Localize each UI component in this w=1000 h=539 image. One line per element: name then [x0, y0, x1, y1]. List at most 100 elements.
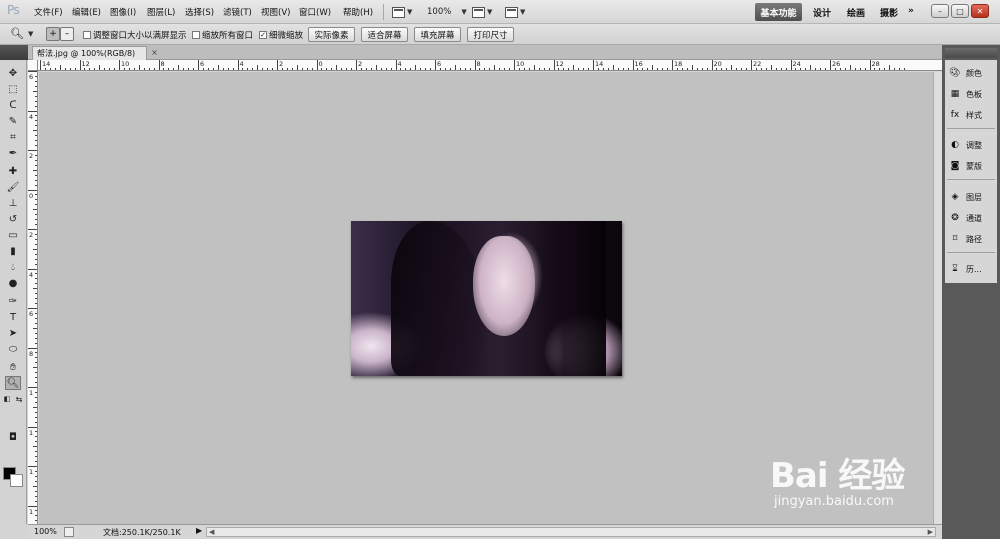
path-selection-tool-icon[interactable]: ➤	[5, 326, 21, 340]
crop-tool-icon[interactable]: ⌗	[5, 130, 21, 144]
hand-tool-icon[interactable]: ✋︎	[5, 360, 21, 374]
document-image[interactable]	[351, 221, 622, 376]
status-zoom[interactable]: 100%	[34, 527, 57, 536]
ruler-minor-tick	[35, 135, 37, 137]
type-tool-icon[interactable]: T	[5, 310, 21, 324]
menu-view[interactable]: 视图(V)	[261, 6, 290, 18]
menu-layer[interactable]: 图层(L)	[147, 6, 175, 18]
zoom-in-button[interactable]: +	[46, 27, 60, 41]
scroll-left-icon[interactable]: ◀	[209, 528, 214, 536]
vertical-ruler[interactable]: 6 4 2 0 2 4 6 8 1 1 1 1	[28, 71, 38, 524]
background-color-swatch[interactable]	[10, 474, 23, 487]
dodge-tool-icon[interactable]: ●	[5, 276, 21, 290]
horizontal-scrollbar[interactable]: ◀ ▶	[206, 527, 936, 537]
screen-layout-button[interactable]: ▼	[505, 4, 525, 20]
ruler-minor-tick	[35, 214, 37, 216]
marquee-tool-icon[interactable]: ⬚	[5, 82, 21, 96]
ruler-minor-tick	[849, 65, 851, 70]
panel-masks[interactable]: ◙ 蒙版	[949, 158, 995, 174]
zoom-out-button[interactable]: –	[60, 27, 74, 41]
move-tool-icon[interactable]: ✥	[5, 66, 21, 80]
clone-stamp-tool-icon[interactable]: ⊥	[5, 196, 21, 210]
quick-mask-icon[interactable]: ◘	[5, 430, 21, 444]
document-tab[interactable]: 帮法.jpg @ 100%(RGB/8)	[32, 46, 147, 60]
ruler-minor-tick	[281, 68, 283, 70]
print-size-button[interactable]: 打印尺寸	[467, 27, 514, 42]
zoom-level-dropdown[interactable]: 100% ▼	[427, 4, 467, 20]
close-tab-icon[interactable]: ×	[150, 48, 159, 57]
ruler-minor-tick	[627, 68, 629, 70]
lasso-tool-icon[interactable]: ᑕ	[5, 98, 21, 112]
workspace-photography[interactable]: 摄影	[880, 6, 898, 19]
swap-colors-icon[interactable]: ⇆	[14, 392, 24, 406]
panel-history[interactable]: ⌛︎ 历...	[949, 261, 995, 277]
close-button[interactable]: ✕	[971, 4, 989, 18]
vertical-scrollbar[interactable]	[933, 72, 942, 524]
chevron-down-icon: ▼	[27, 29, 34, 38]
horizontal-ruler[interactable]: 14 12 10 8 6 4 2 0 2 4 6 8 10 12 14 16 18 20 22 24 26 28	[38, 60, 942, 71]
brush-tool-icon[interactable]: 🖌︎	[5, 180, 21, 194]
pen-tool-icon[interactable]: ✑	[5, 294, 21, 308]
panel-channels[interactable]: ❂ 通道	[949, 210, 995, 226]
resize-windows-checkbox[interactable]: 调整窗口大小以满屏显示	[83, 29, 187, 41]
ruler-minor-tick	[35, 342, 37, 344]
ruler-label: 22	[753, 60, 762, 68]
workspace-essentials[interactable]: 基本功能	[755, 3, 802, 21]
eyedropper-tool-icon[interactable]: ✒	[5, 146, 21, 160]
menu-image[interactable]: 图像(I)	[110, 6, 136, 18]
default-colors-icon[interactable]: ◧	[2, 392, 12, 406]
panel-adjustments[interactable]: ◐ 调整	[949, 137, 995, 153]
panel-swatches[interactable]: ▦ 色板	[949, 86, 995, 102]
menu-edit[interactable]: 编辑(E)	[72, 6, 101, 18]
blur-tool-icon[interactable]: 💧︎	[5, 260, 21, 274]
ruler-minor-tick	[173, 68, 175, 70]
ruler-minor-tick	[217, 65, 219, 70]
ruler-minor-tick	[346, 68, 348, 70]
workspace-design[interactable]: 设计	[813, 6, 831, 19]
ruler-minor-tick	[35, 219, 37, 221]
actual-pixels-button[interactable]: 实际像素	[308, 27, 355, 42]
scrubby-zoom-checkbox[interactable]: ✓ 细微缩放	[259, 29, 303, 41]
menu-file[interactable]: 文件(F)	[34, 6, 63, 18]
ruler-minor-tick	[484, 68, 486, 70]
screen-mode-button[interactable]: ▼	[392, 4, 412, 20]
panel-dock-header[interactable]	[945, 48, 997, 58]
zoom-all-windows-checkbox[interactable]: 缩放所有窗口	[192, 29, 253, 41]
zoom-tool-icon[interactable]: 🔍︎	[5, 376, 21, 390]
workspace-more-icon[interactable]: »	[908, 6, 914, 16]
ruler-minor-tick	[35, 298, 37, 300]
panel-styles[interactable]: fx 样式	[949, 107, 995, 123]
panel-color[interactable]: 🎨︎ 颜色	[949, 65, 995, 81]
ruler-minor-tick	[588, 68, 590, 70]
workspace-painting[interactable]: 绘画	[847, 6, 865, 19]
panel-paths[interactable]: ⌑ 路径	[949, 231, 995, 247]
arrange-documents-button[interactable]: ▼	[472, 4, 492, 20]
menu-help[interactable]: 帮助(H)	[343, 6, 373, 18]
ruler-minor-tick	[311, 68, 313, 70]
ruler-label: 6	[437, 60, 442, 68]
gradient-tool-icon[interactable]: ▮	[5, 244, 21, 258]
ruler-origin[interactable]	[28, 60, 38, 71]
tool-preset-picker[interactable]: 🔍︎ ▼	[10, 27, 33, 40]
shape-tool-icon[interactable]: ⬭	[5, 342, 21, 356]
healing-brush-tool-icon[interactable]: ✚	[5, 164, 21, 178]
scroll-right-icon[interactable]: ▶	[928, 528, 933, 536]
menu-select[interactable]: 选择(S)	[185, 6, 214, 18]
menu-window[interactable]: 窗口(W)	[299, 6, 331, 18]
ruler-minor-tick	[879, 68, 881, 70]
ruler-minor-tick	[114, 68, 116, 70]
eraser-tool-icon[interactable]: ▭	[5, 228, 21, 242]
history-brush-tool-icon[interactable]: ↺	[5, 212, 21, 226]
panel-layers[interactable]: ◈ 图层	[949, 189, 995, 205]
ruler-tick	[277, 60, 278, 70]
status-info-icon[interactable]	[64, 527, 74, 537]
quick-select-tool-icon[interactable]: ✎	[5, 114, 21, 128]
ruler-minor-tick	[35, 401, 37, 403]
status-menu-arrow-icon[interactable]: ▶	[196, 526, 202, 535]
menu-filter[interactable]: 滤镜(T)	[223, 6, 252, 18]
ruler-minor-tick	[686, 68, 688, 70]
fill-screen-button[interactable]: 填充屏幕	[414, 27, 461, 42]
minimize-button[interactable]: –	[931, 4, 949, 18]
restore-button[interactable]: □	[951, 4, 969, 18]
fit-screen-button[interactable]: 适合屏幕	[361, 27, 408, 42]
